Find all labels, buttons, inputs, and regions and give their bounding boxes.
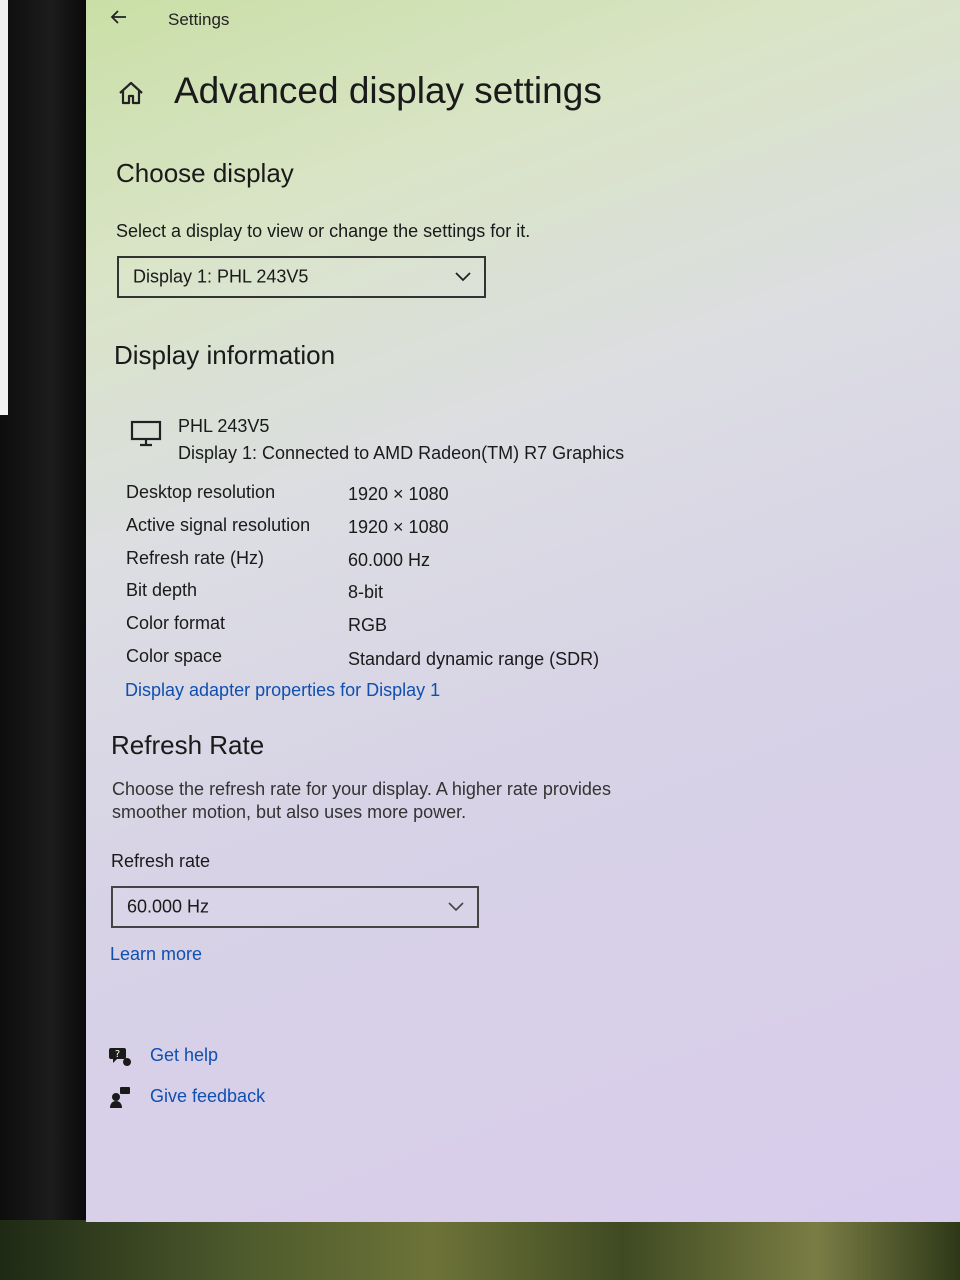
refresh-rate-select[interactable]: 60.000 Hz [111, 886, 479, 928]
info-label: Desktop resolution [126, 482, 276, 502]
monitor-icon [130, 420, 162, 448]
monitor-connection: Display 1: Connected to AMD Radeon(TM) R… [178, 443, 625, 463]
info-value: 8-bit [348, 582, 384, 602]
get-help-icon[interactable]: ? [108, 1044, 132, 1068]
refresh-rate-select-value: 60.000 Hz [127, 896, 210, 917]
learn-more-link[interactable]: Learn more [110, 944, 202, 965]
refresh-rate-heading: Refresh Rate [111, 730, 265, 760]
display-information-heading: Display information [114, 340, 336, 370]
choose-display-heading: Choose display [116, 158, 294, 188]
info-label: Refresh rate (Hz) [126, 548, 265, 568]
chevron-down-icon [447, 901, 465, 913]
background-scene [0, 1220, 960, 1280]
info-value: Standard dynamic range (SDR) [348, 649, 600, 669]
display-select[interactable]: Display 1: PHL 243V5 [117, 256, 486, 298]
choose-display-description: Select a display to view or change the s… [116, 221, 531, 241]
feedback-icon[interactable] [108, 1085, 132, 1109]
give-feedback-link[interactable]: Give feedback [150, 1086, 265, 1107]
chevron-down-icon [454, 271, 472, 283]
info-value: RGB [348, 615, 388, 635]
window-title: Settings [168, 10, 230, 29]
get-help-link[interactable]: Get help [150, 1045, 218, 1066]
refresh-rate-description: Choose the refresh rate for your display… [112, 779, 611, 822]
display-select-value: Display 1: PHL 243V5 [133, 266, 309, 287]
info-value: 60.000 Hz [348, 550, 431, 570]
monitor-bezel [0, 0, 86, 1280]
info-label: Color format [126, 613, 226, 633]
info-label: Color space [126, 646, 223, 666]
home-icon[interactable] [116, 78, 146, 108]
refresh-rate-label: Refresh rate [111, 851, 211, 871]
display-adapter-properties-link[interactable]: Display adapter properties for Display 1 [125, 680, 440, 701]
back-arrow-icon[interactable] [108, 6, 130, 28]
monitor-name: PHL 243V5 [178, 416, 270, 436]
info-value: 1920 × 1080 [348, 517, 449, 537]
svg-text:?: ? [115, 1049, 120, 1060]
info-label: Active signal resolution [126, 515, 311, 535]
info-label: Bit depth [126, 580, 198, 600]
page-title: Advanced display settings [174, 70, 602, 111]
info-value: 1920 × 1080 [348, 484, 449, 504]
settings-window: Settings Advanced display settings Choos… [86, 0, 960, 1222]
background-light [0, 0, 8, 415]
